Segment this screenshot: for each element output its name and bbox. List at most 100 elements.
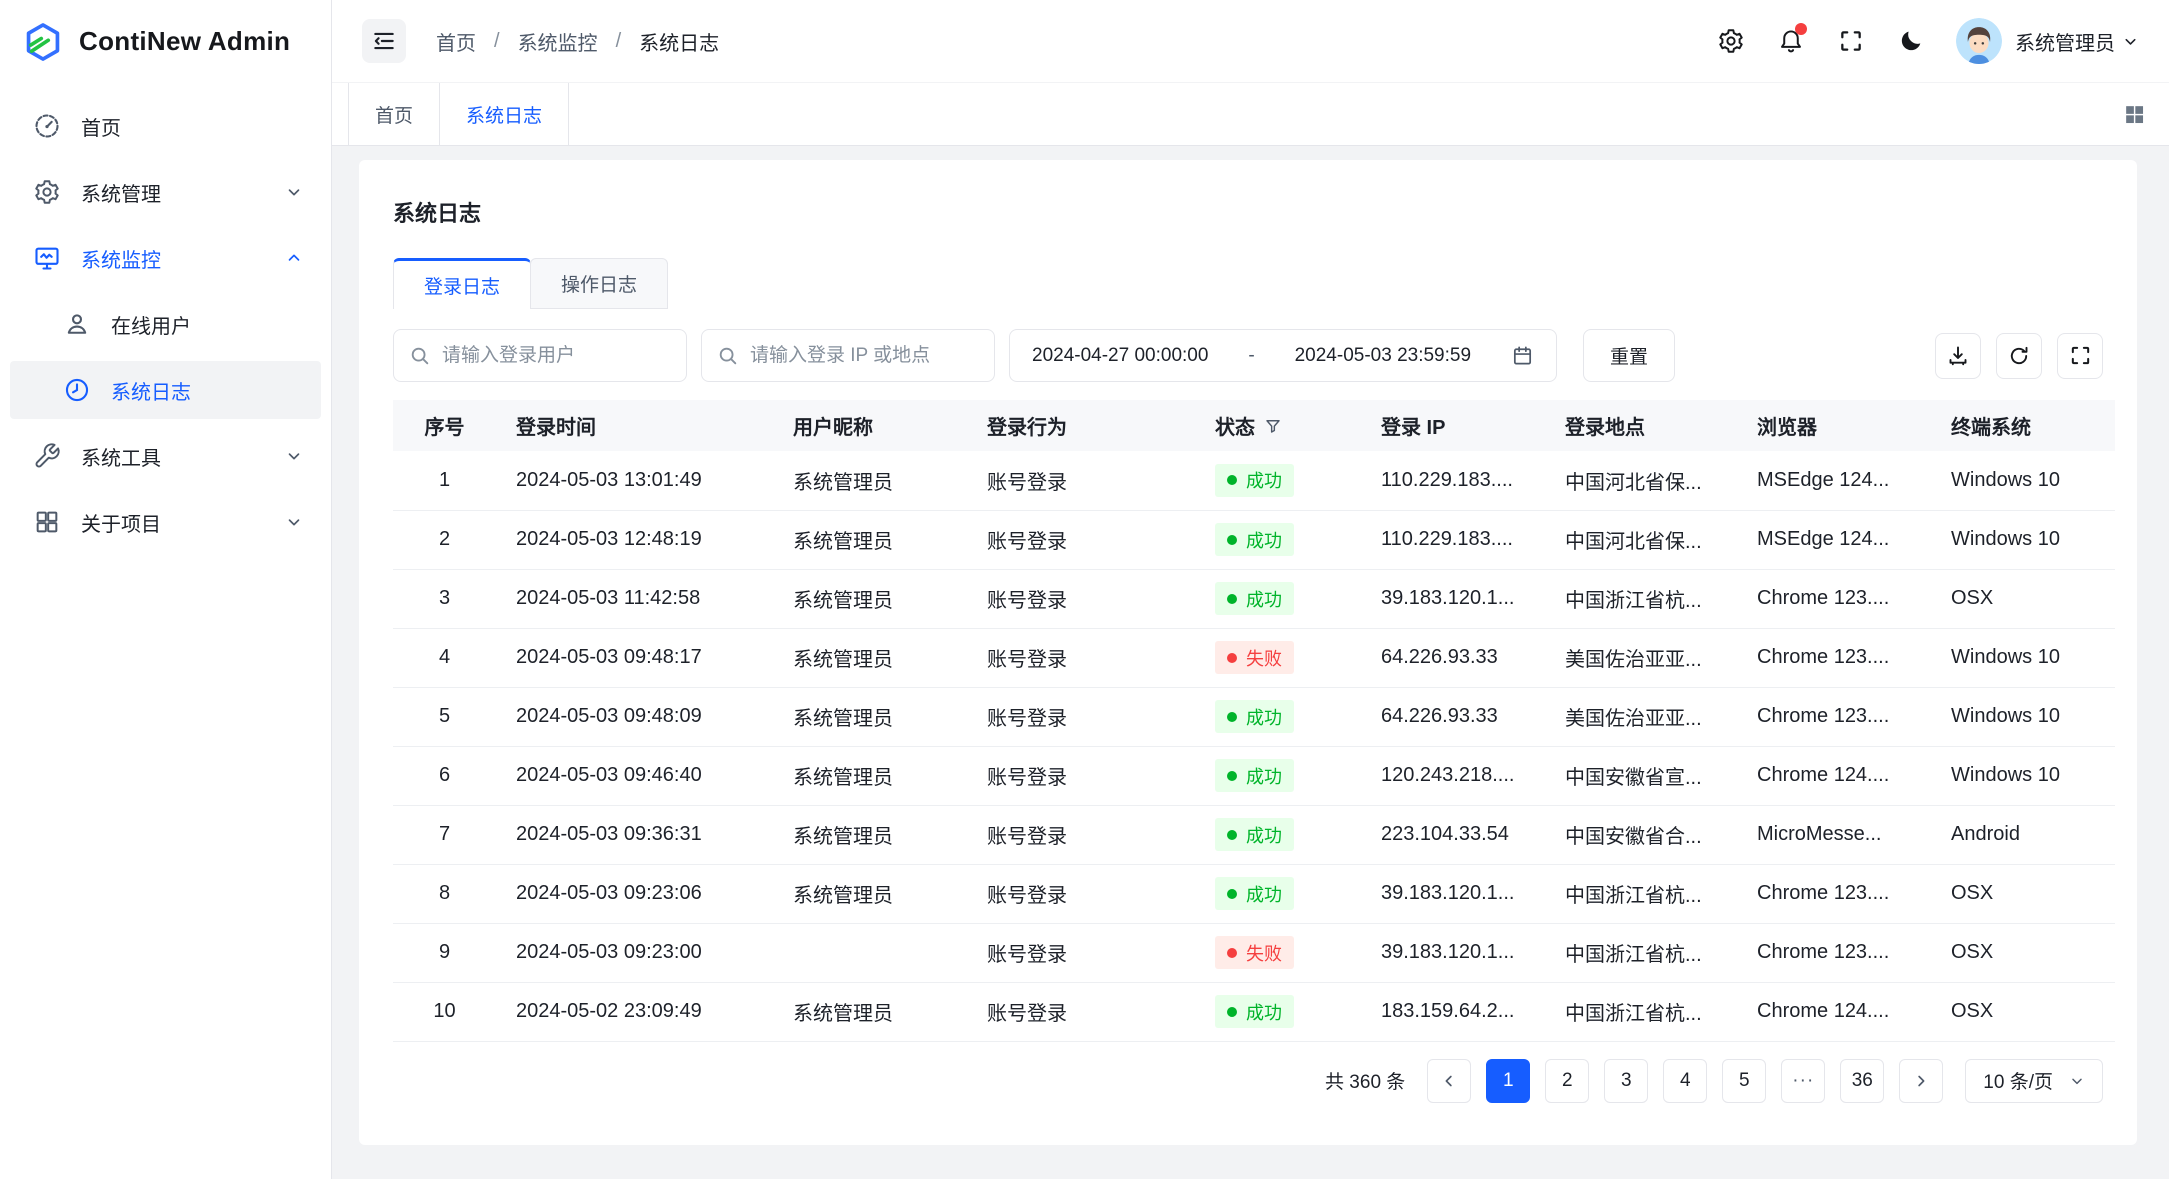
- cell-ip: 183.159.64.2...: [1361, 982, 1545, 1041]
- table-fullscreen-button[interactable]: [2057, 333, 2103, 379]
- login-ip-input[interactable]: [750, 345, 979, 367]
- cell-os: OSX: [1931, 864, 2115, 923]
- cell-ip: 223.104.33.54: [1361, 805, 1545, 864]
- sidebar-item-system-management[interactable]: 系统管理: [10, 163, 321, 221]
- cell-no: 8: [393, 864, 496, 923]
- tab-options-button[interactable]: [2122, 83, 2169, 145]
- tab-operation-log[interactable]: 操作日志: [530, 258, 668, 309]
- status-badge: 成功: [1215, 464, 1294, 497]
- cell-browser: Chrome 123....: [1737, 687, 1931, 746]
- sidebar-item-label: 系统监控: [81, 244, 161, 273]
- login-user-search: [393, 329, 687, 382]
- cell-browser: Chrome 124....: [1737, 746, 1931, 805]
- export-button[interactable]: [1935, 333, 1981, 379]
- login-ip-search: [701, 329, 995, 382]
- content-area: 系统日志 登录日志 操作日志 2024-04-27 00:00:: [332, 146, 2169, 1179]
- login-user-input[interactable]: [442, 345, 671, 367]
- tab-home[interactable]: 首页: [348, 83, 440, 145]
- fullscreen-button[interactable]: [1828, 18, 1874, 64]
- page-button-2[interactable]: 2: [1545, 1059, 1589, 1103]
- status-badge: 成功: [1215, 582, 1294, 615]
- sidebar-item-system-monitor[interactable]: 系统监控: [10, 229, 321, 287]
- status-label: 成功: [1246, 704, 1282, 730]
- settings-button[interactable]: [1708, 18, 1754, 64]
- cell-location: 中国浙江省杭...: [1545, 923, 1737, 982]
- avatar[interactable]: [1956, 18, 2002, 64]
- cell-status: 失败: [1195, 923, 1361, 982]
- chevron-down-icon: [285, 183, 303, 201]
- cell-time: 2024-05-03 09:36:31: [496, 805, 773, 864]
- cell-ip: 120.243.218....: [1361, 746, 1545, 805]
- prev-page-button[interactable]: [1427, 1059, 1471, 1103]
- cell-ip: 110.229.183....: [1361, 510, 1545, 569]
- date-range-end: 2024-05-03 23:59:59: [1295, 345, 1471, 367]
- page-size-select[interactable]: 10 条/页: [1965, 1059, 2103, 1103]
- cell-behavior: 账号登录: [967, 982, 1195, 1041]
- breadcrumb-item-home[interactable]: 首页: [436, 27, 476, 56]
- page-button-4[interactable]: 4: [1663, 1059, 1707, 1103]
- next-page-button[interactable]: [1899, 1059, 1943, 1103]
- breadcrumb-separator: /: [616, 30, 622, 53]
- log-tabs: 登录日志 操作日志: [393, 258, 2103, 309]
- page-ellipsis-button[interactable]: ···: [1781, 1059, 1825, 1103]
- cell-os: Windows 10: [1931, 746, 2115, 805]
- cell-time: 2024-05-02 23:09:49: [496, 982, 773, 1041]
- logo-icon: [22, 21, 64, 63]
- status-dot-icon: [1227, 889, 1237, 899]
- chevron-left-icon: [1440, 1072, 1458, 1090]
- cell-behavior: 账号登录: [967, 746, 1195, 805]
- cell-browser: Chrome 123....: [1737, 628, 1931, 687]
- cell-no: 7: [393, 805, 496, 864]
- download-icon: [1946, 344, 1970, 368]
- table-actions: [1935, 333, 2103, 379]
- col-browser: 浏览器: [1737, 400, 1931, 451]
- cell-no: 6: [393, 746, 496, 805]
- notifications-button[interactable]: [1768, 18, 1814, 64]
- sidebar-item-online-users[interactable]: 在线用户: [10, 295, 321, 353]
- sidebar-item-label: 系统管理: [81, 178, 161, 207]
- date-range-picker[interactable]: 2024-04-27 00:00:00 - 2024-05-03 23:59:5…: [1009, 329, 1557, 382]
- chevron-down-icon[interactable]: [2122, 33, 2139, 50]
- status-badge: 成功: [1215, 523, 1294, 556]
- cell-behavior: 账号登录: [967, 923, 1195, 982]
- fullscreen-icon: [1838, 28, 1864, 54]
- cell-location: 美国佐治亚亚...: [1545, 687, 1737, 746]
- notification-badge: [1795, 23, 1807, 35]
- grid-icon: [2122, 102, 2147, 127]
- cell-ip: 39.183.120.1...: [1361, 569, 1545, 628]
- filter-icon[interactable]: [1264, 417, 1282, 435]
- sidebar-item-home[interactable]: 首页: [10, 97, 321, 155]
- page-title: 系统日志: [393, 160, 2103, 228]
- calendar-icon: [1511, 344, 1534, 367]
- cell-status: 成功: [1195, 805, 1361, 864]
- col-behavior: 登录行为: [967, 400, 1195, 451]
- status-label: 成功: [1246, 822, 1282, 848]
- sidebar-item-label: 系统日志: [111, 376, 191, 405]
- page-button-3[interactable]: 3: [1604, 1059, 1648, 1103]
- page-button-36[interactable]: 36: [1840, 1059, 1884, 1103]
- sidebar-collapse-button[interactable]: [362, 19, 406, 63]
- page-size-value: 10 条/页: [1983, 1067, 2053, 1094]
- table-row: 22024-05-03 12:48:19系统管理员账号登录成功110.229.1…: [393, 510, 2115, 569]
- reset-button[interactable]: 重置: [1583, 329, 1675, 382]
- dark-mode-button[interactable]: [1888, 18, 1934, 64]
- cell-no: 5: [393, 687, 496, 746]
- tab-system-log[interactable]: 系统日志: [440, 83, 569, 145]
- refresh-button[interactable]: [1996, 333, 2042, 379]
- sidebar-item-about-project[interactable]: 关于项目: [10, 493, 321, 551]
- cell-ip: 110.229.183....: [1361, 451, 1545, 510]
- cell-location: 中国安徽省合...: [1545, 805, 1737, 864]
- user-name[interactable]: 系统管理员: [2015, 27, 2115, 56]
- sidebar-item-system-tools[interactable]: 系统工具: [10, 427, 321, 485]
- cell-behavior: 账号登录: [967, 687, 1195, 746]
- status-dot-icon: [1227, 475, 1237, 485]
- cell-nickname: 系统管理员: [773, 569, 967, 628]
- page-button-1[interactable]: 1: [1486, 1059, 1530, 1103]
- cell-location: 中国河北省保...: [1545, 451, 1737, 510]
- tab-login-log[interactable]: 登录日志: [393, 258, 531, 309]
- chevron-down-icon: [285, 513, 303, 531]
- sidebar-item-system-log[interactable]: 系统日志: [10, 361, 321, 419]
- page-button-5[interactable]: 5: [1722, 1059, 1766, 1103]
- breadcrumb-item-monitor[interactable]: 系统监控: [518, 27, 598, 56]
- avatar-image: [1956, 18, 2002, 64]
